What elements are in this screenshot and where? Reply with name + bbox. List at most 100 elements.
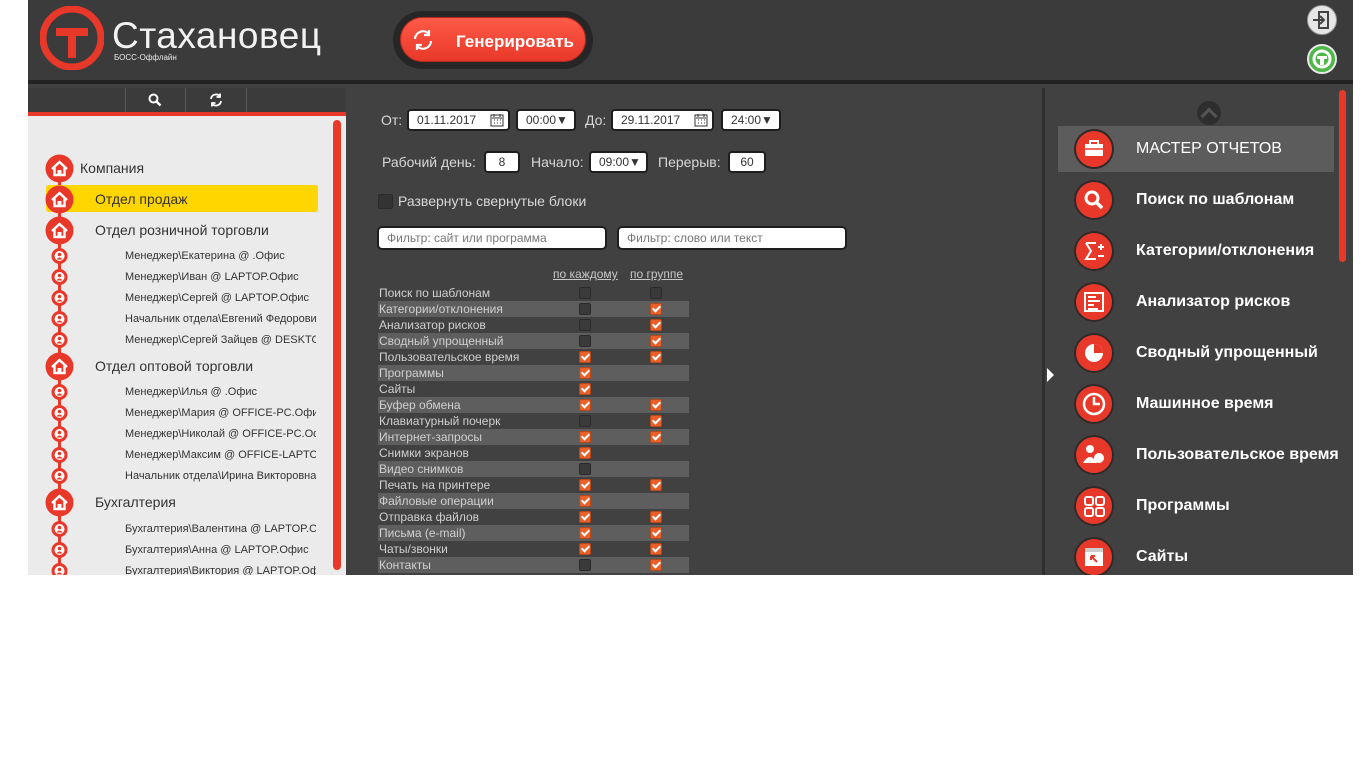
workday-input[interactable]: 8	[484, 151, 520, 173]
menu-item[interactable]: Машинное время	[1058, 381, 1334, 427]
option-group-checkbox[interactable]	[650, 511, 662, 523]
option-group-checkbox[interactable]	[650, 559, 662, 571]
menu-item[interactable]: Поиск по шаблонам	[1058, 177, 1334, 223]
generate-button[interactable]: Генерировать	[400, 17, 586, 62]
option-each-checkbox[interactable]	[579, 383, 591, 395]
brand-logo-button[interactable]	[1307, 44, 1337, 74]
tree-dept-item[interactable]: Отдел розничной торговли	[28, 216, 328, 245]
option-each-checkbox[interactable]	[579, 511, 591, 523]
menu-item[interactable]: Программы	[1058, 483, 1334, 529]
option-each-checkbox[interactable]	[579, 527, 591, 539]
tree-user-item[interactable]: Начальник отдела\Ирина Викторовна	[28, 464, 328, 488]
tree-user-item[interactable]: Бухгалтерия\Виктория @ LAPTOP.Офис	[28, 559, 328, 575]
option-group-checkbox[interactable]	[650, 399, 662, 411]
option-each-checkbox[interactable]	[579, 431, 591, 443]
report-menu-panel: МАСТЕР ОТЧЕТОВ Поиск по шаблонам Категории…	[1045, 88, 1353, 575]
org-tree-panel: Компания Отдел продаж Отдел розничной торг…	[28, 116, 346, 575]
collapse-arrow-icon[interactable]	[1047, 368, 1054, 382]
tree-dept-item[interactable]: Отдел оптовой торговли	[28, 352, 328, 381]
option-each-checkbox[interactable]	[579, 303, 591, 315]
exit-button[interactable]	[1307, 5, 1337, 35]
option-each-checkbox[interactable]	[579, 415, 591, 427]
option-group-checkbox[interactable]	[650, 543, 662, 555]
refresh-icon[interactable]	[208, 92, 224, 108]
tree-scrollbar[interactable]	[333, 120, 341, 570]
option-group-checkbox[interactable]	[650, 431, 662, 443]
home-icon	[45, 216, 74, 245]
report-option-row: Пользовательское время	[378, 349, 689, 365]
scroll-up-button[interactable]	[1197, 101, 1221, 125]
app-subtitle: БОСС-Оффлайн	[114, 53, 177, 62]
toolbar-separator	[246, 88, 247, 112]
to-date-value: 29.11.2017	[621, 113, 681, 127]
tree-dept-item[interactable]: Компания	[28, 154, 328, 183]
calendar-icon[interactable]	[694, 113, 708, 127]
option-group-checkbox[interactable]	[650, 351, 662, 363]
from-label: От:	[381, 112, 403, 128]
filter-site-input[interactable]	[377, 226, 607, 250]
column-each-link[interactable]: по каждому	[553, 267, 618, 281]
option-group-checkbox[interactable]	[650, 303, 662, 315]
option-each-checkbox[interactable]	[579, 399, 591, 411]
menu-item-label: Сводный упрощенный	[1136, 344, 1318, 361]
report-option-row: Чаты/звонки	[378, 541, 689, 557]
option-group-checkbox[interactable]	[650, 287, 662, 299]
menu-item[interactable]: Сводный упрощенный	[1058, 330, 1334, 376]
option-group-checkbox[interactable]	[650, 335, 662, 347]
to-label: До:	[585, 112, 607, 128]
report-option-label: Контакты	[379, 558, 431, 572]
column-group-link[interactable]: по группе	[630, 267, 683, 281]
tree-item-label: Отдел розничной торговли	[95, 222, 269, 238]
option-each-checkbox[interactable]	[579, 319, 591, 331]
option-group-checkbox[interactable]	[650, 479, 662, 491]
menu-item[interactable]: Сайты	[1058, 534, 1334, 575]
tree-dept-item[interactable]: Отдел продаж	[28, 185, 328, 214]
report-option-row: Клавиатурный почерк	[378, 413, 689, 429]
option-each-checkbox[interactable]	[579, 367, 591, 379]
from-time-value: 00:00▼	[526, 113, 568, 127]
report-option-row: Видео снимков	[378, 461, 689, 477]
report-option-label: Чаты/звонки	[379, 542, 448, 556]
menu-item[interactable]: Категории/отклонения	[1058, 228, 1334, 274]
user-icon	[51, 332, 68, 348]
report-option-label: Отправка файлов	[379, 510, 480, 524]
apps-grid-icon	[1074, 486, 1114, 526]
from-date-field[interactable]: 01.11.2017	[407, 109, 510, 131]
option-each-checkbox[interactable]	[579, 287, 591, 299]
workday-value: 8	[498, 155, 506, 169]
tree-dept-item[interactable]: Бухгалтерия	[28, 488, 328, 517]
expand-blocks-checkbox[interactable]	[378, 194, 393, 209]
tree-item-label: Бухгалтерия	[95, 494, 176, 510]
option-group-checkbox[interactable]	[650, 319, 662, 331]
to-date-field[interactable]: 29.11.2017	[611, 109, 714, 131]
option-group-checkbox[interactable]	[650, 415, 662, 427]
filter-word-input[interactable]	[617, 226, 847, 250]
option-each-checkbox[interactable]	[579, 351, 591, 363]
option-each-checkbox[interactable]	[579, 463, 591, 475]
menu-item[interactable]: Пользовательское время	[1058, 432, 1339, 478]
option-each-checkbox[interactable]	[579, 479, 591, 491]
menu-scrollbar[interactable]	[1339, 90, 1346, 262]
break-input[interactable]: 60	[728, 151, 766, 173]
home-icon	[45, 352, 74, 381]
briefcase-icon	[1074, 129, 1114, 169]
from-time-select[interactable]: 00:00▼	[516, 109, 576, 131]
report-option-label: Письма (e-mail)	[379, 526, 466, 540]
menu-item-label: Поиск по шаблонам	[1136, 191, 1295, 208]
menu-item[interactable]: Анализатор рисков	[1058, 279, 1334, 325]
option-each-checkbox[interactable]	[579, 447, 591, 459]
option-each-checkbox[interactable]	[579, 335, 591, 347]
sigma-icon	[1074, 231, 1114, 271]
option-each-checkbox[interactable]	[579, 559, 591, 571]
option-each-checkbox[interactable]	[579, 495, 591, 507]
option-each-checkbox[interactable]	[579, 543, 591, 555]
start-time-value: 09:00▼	[599, 155, 641, 169]
search-icon[interactable]	[147, 92, 163, 108]
menu-item[interactable]: МАСТЕР ОТЧЕТОВ	[1058, 126, 1334, 172]
option-group-checkbox[interactable]	[650, 527, 662, 539]
start-time-select[interactable]: 09:00▼	[589, 151, 648, 173]
to-time-select[interactable]: 24:00▼	[721, 109, 781, 131]
tree-user-item[interactable]: Менеджер\Сергей Зайцев @ DESKTOP	[28, 328, 328, 352]
menu-item-label: Программы	[1136, 497, 1230, 514]
calendar-icon[interactable]	[490, 113, 504, 127]
